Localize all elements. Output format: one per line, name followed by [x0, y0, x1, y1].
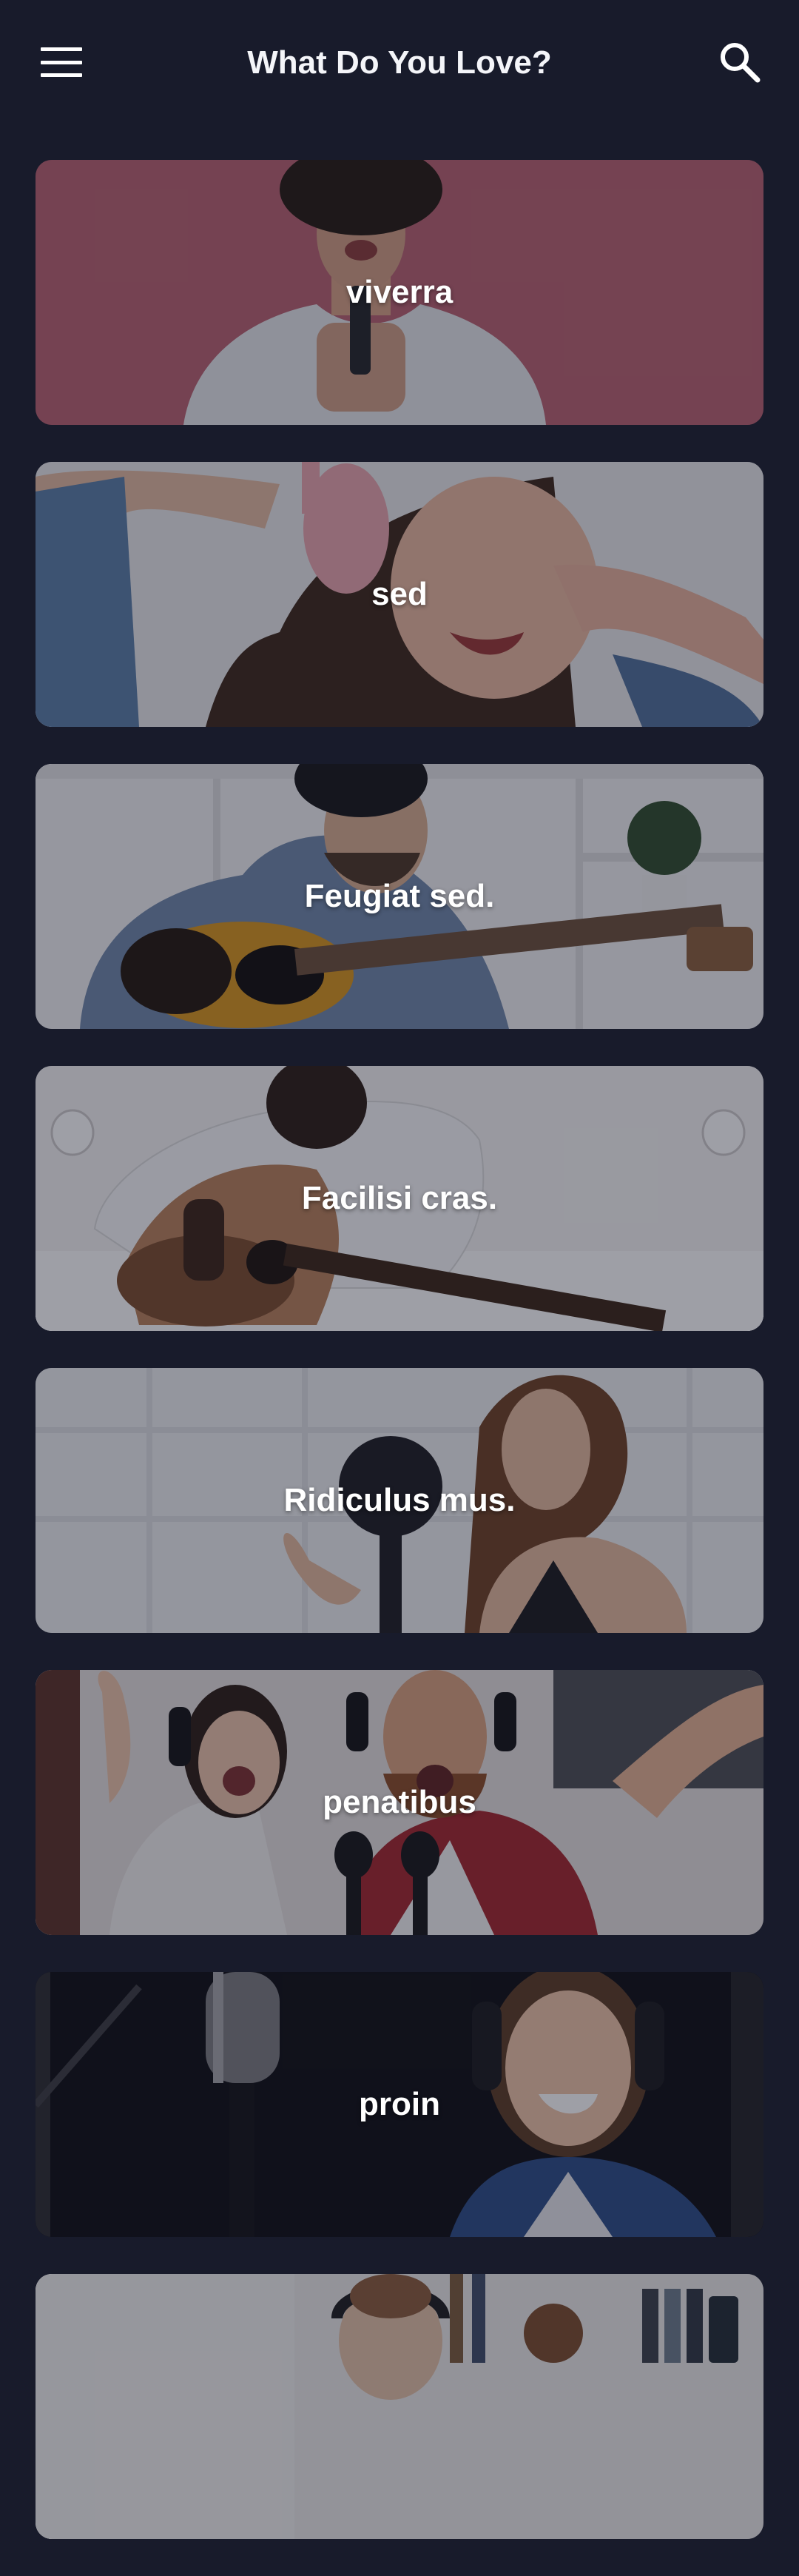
category-card[interactable]: proin [36, 1972, 763, 2237]
card-label: Facilisi cras. [301, 1180, 498, 1216]
search-button[interactable] [710, 33, 769, 92]
app-bar: What Do You Love? [0, 0, 799, 126]
category-card[interactable] [36, 2274, 763, 2539]
category-card[interactable]: Feugiat sed. [36, 764, 763, 1029]
card-label: Ridiculus mus. [283, 1482, 516, 1518]
menu-button[interactable] [30, 36, 93, 89]
card-label: penatibus [323, 1784, 476, 1820]
card-label: Feugiat sed. [304, 878, 495, 914]
card-label: sed [371, 576, 428, 612]
page-title: What Do You Love? [247, 44, 552, 81]
category-card[interactable]: viverra [36, 160, 763, 425]
search-icon [721, 43, 761, 83]
category-card[interactable]: Ridiculus mus. [36, 1368, 763, 1633]
card-label: proin [359, 2086, 440, 2122]
category-card[interactable]: Facilisi cras. [36, 1066, 763, 1331]
card-label: viverra [345, 274, 454, 310]
category-card[interactable]: penatibus [36, 1670, 763, 1935]
category-feed: viverra sed Feugiat sed. Facilisi cras. … [36, 160, 763, 2576]
hamburger-menu-icon [41, 47, 82, 77]
category-card[interactable]: sed [36, 462, 763, 727]
